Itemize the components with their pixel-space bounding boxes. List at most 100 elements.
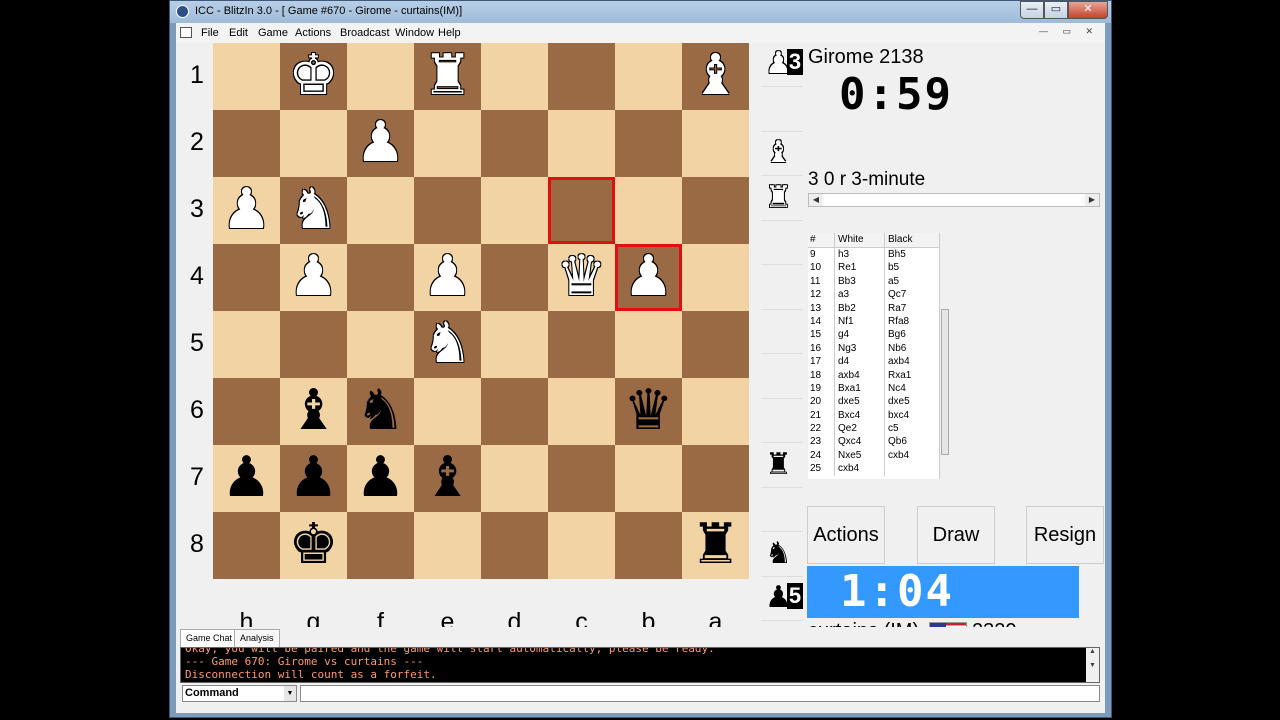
- square-g8[interactable]: ♚: [280, 512, 347, 579]
- square-d1[interactable]: [481, 43, 548, 110]
- square-c7[interactable]: [548, 445, 615, 512]
- square-f2[interactable]: ♟: [347, 110, 414, 177]
- scroll-right-icon[interactable]: ▶: [1085, 194, 1099, 206]
- square-a8[interactable]: ♜: [682, 512, 749, 579]
- move-row[interactable]: 16 Ng3 Nb6: [808, 341, 948, 356]
- white-pawn-icon[interactable]: ♟: [615, 244, 682, 311]
- square-e7[interactable]: ♝: [414, 445, 481, 512]
- menu-game[interactable]: Game: [258, 27, 288, 39]
- chevron-down-icon[interactable]: ▼: [284, 686, 296, 701]
- black-bishop-icon[interactable]: ♝: [280, 378, 347, 445]
- white-rook-icon[interactable]: ♜: [414, 43, 481, 110]
- square-c6[interactable]: [548, 378, 615, 445]
- square-a3[interactable]: [682, 177, 749, 244]
- square-e6[interactable]: [414, 378, 481, 445]
- square-g3[interactable]: ♞: [280, 177, 347, 244]
- square-f3[interactable]: [347, 177, 414, 244]
- square-b1[interactable]: [615, 43, 682, 110]
- square-h4[interactable]: [213, 244, 280, 311]
- black-king-icon[interactable]: ♚: [280, 512, 347, 579]
- square-g7[interactable]: ♟: [280, 445, 347, 512]
- move-row[interactable]: 13 Bb2 Ra7: [808, 301, 948, 315]
- square-b6[interactable]: ♛: [615, 378, 682, 445]
- mdi-window-controls[interactable]: — ▭ ✕: [1039, 26, 1099, 37]
- move-row[interactable]: 11 Bb3 a5: [808, 274, 948, 289]
- square-b2[interactable]: [615, 110, 682, 177]
- maximize-button[interactable]: ▭: [1044, 1, 1068, 19]
- square-d8[interactable]: [481, 512, 548, 579]
- square-a4[interactable]: [682, 244, 749, 311]
- tab-game-chat[interactable]: Game Chat: [180, 629, 239, 647]
- menu-broadcast[interactable]: Broadcast: [340, 27, 390, 39]
- scroll-thumb[interactable]: [823, 194, 1081, 206]
- chat-scrollbar[interactable]: ▲ ▼: [1086, 648, 1099, 682]
- square-c5[interactable]: [548, 311, 615, 378]
- black-pawn-icon[interactable]: ♟: [280, 445, 347, 512]
- square-d6[interactable]: [481, 378, 548, 445]
- black-queen-icon[interactable]: ♛: [615, 378, 682, 445]
- white-knight-icon[interactable]: ♞: [280, 177, 347, 244]
- horizontal-scrollbar[interactable]: ◀ ▶: [808, 193, 1100, 207]
- close-button[interactable]: ✕: [1068, 1, 1108, 19]
- system-menu-icon[interactable]: [180, 27, 192, 38]
- square-h1[interactable]: [213, 43, 280, 110]
- chat-output[interactable]: Okay, you will be paired and the game wi…: [180, 647, 1100, 683]
- scroll-left-icon[interactable]: ◀: [809, 194, 823, 206]
- move-row[interactable]: 19 Bxa1 Nc4: [808, 381, 948, 396]
- square-h6[interactable]: [213, 378, 280, 445]
- square-g2[interactable]: [280, 110, 347, 177]
- square-e1[interactable]: ♜: [414, 43, 481, 110]
- menu-edit[interactable]: Edit: [229, 27, 248, 39]
- white-pawn-icon[interactable]: ♟: [213, 177, 280, 244]
- square-d3[interactable]: [481, 177, 548, 244]
- square-g4[interactable]: ♟: [280, 244, 347, 311]
- square-e2[interactable]: [414, 110, 481, 177]
- square-c3[interactable]: [548, 177, 615, 244]
- square-c8[interactable]: [548, 512, 615, 579]
- square-b7[interactable]: [615, 445, 682, 512]
- square-c2[interactable]: [548, 110, 615, 177]
- minimize-button[interactable]: —: [1020, 1, 1044, 19]
- white-knight-icon[interactable]: ♞: [414, 311, 481, 378]
- square-g1[interactable]: ♚: [280, 43, 347, 110]
- chess-board[interactable]: ♚ ♜ ♝ ♟ ♟ ♞ ♟ ♟ ♛ ♟ ♞ ♝ ♞ ♛ ♟ ♟ ♟ ♝ ♚ ♜: [213, 43, 756, 586]
- move-row[interactable]: 22 Qe2 c5: [808, 422, 948, 436]
- square-h8[interactable]: [213, 512, 280, 579]
- move-row[interactable]: 25 cxb4: [808, 462, 948, 476]
- square-g5[interactable]: [280, 311, 347, 378]
- white-king-icon[interactable]: ♚: [280, 43, 347, 110]
- square-h5[interactable]: [213, 311, 280, 378]
- resign-button[interactable]: Resign: [1026, 506, 1104, 564]
- white-pawn-icon[interactable]: ♟: [414, 244, 481, 311]
- move-row[interactable]: 10 Re1 b5: [808, 261, 948, 275]
- col-number[interactable]: #: [808, 233, 834, 247]
- square-b5[interactable]: [615, 311, 682, 378]
- command-input[interactable]: [300, 685, 1100, 702]
- move-row[interactable]: 9 h3 Bh5: [808, 248, 948, 262]
- scroll-thumb[interactable]: [941, 309, 949, 455]
- square-f6[interactable]: ♞: [347, 378, 414, 445]
- square-f5[interactable]: [347, 311, 414, 378]
- move-list-scrollbar[interactable]: [939, 233, 951, 479]
- menu-help[interactable]: Help: [438, 27, 461, 39]
- move-row[interactable]: 23 Qxc4 Qb6: [808, 435, 948, 449]
- square-c1[interactable]: [548, 43, 615, 110]
- col-black[interactable]: Black: [884, 233, 934, 247]
- col-white[interactable]: White: [834, 233, 884, 247]
- square-d2[interactable]: [481, 110, 548, 177]
- square-f7[interactable]: ♟: [347, 445, 414, 512]
- actions-button[interactable]: Actions: [807, 506, 885, 564]
- black-rook-icon[interactable]: ♜: [682, 512, 749, 579]
- square-e8[interactable]: [414, 512, 481, 579]
- move-row[interactable]: 24 Nxe5 cxb4: [808, 448, 948, 463]
- move-row[interactable]: 20 dxe5 dxe5: [808, 395, 948, 409]
- white-bishop-icon[interactable]: ♝: [682, 43, 749, 110]
- square-a5[interactable]: [682, 311, 749, 378]
- square-b4[interactable]: ♟: [615, 244, 682, 311]
- move-row[interactable]: 17 d4 axb4: [808, 355, 948, 369]
- white-pawn-icon[interactable]: ♟: [280, 244, 347, 311]
- square-e3[interactable]: [414, 177, 481, 244]
- square-c4[interactable]: ♛: [548, 244, 615, 311]
- move-row[interactable]: 18 axb4 Rxa1: [808, 368, 948, 382]
- black-pawn-icon[interactable]: ♟: [347, 445, 414, 512]
